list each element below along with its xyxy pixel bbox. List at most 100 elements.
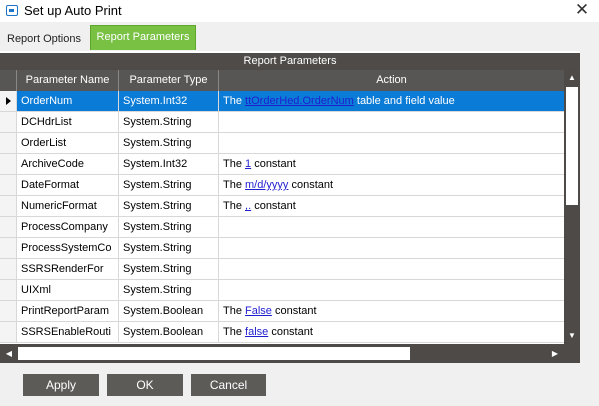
- tab-report-options[interactable]: Report Options: [0, 28, 88, 50]
- apply-button[interactable]: Apply: [23, 374, 99, 396]
- parameter-name-cell[interactable]: ProcessSystemCo: [17, 238, 119, 258]
- action-cell[interactable]: [219, 217, 564, 237]
- row-selector[interactable]: [0, 322, 17, 342]
- row-selector[interactable]: [0, 301, 17, 321]
- title-bar: Set up Auto Print ✕: [0, 0, 599, 22]
- action-value-link[interactable]: m/d/yyyy: [245, 179, 288, 191]
- parameter-name-cell[interactable]: OrderList: [17, 133, 119, 153]
- table-row[interactable]: SSRSRenderFor System.String: [0, 259, 564, 280]
- scroll-down-icon[interactable]: ▼: [564, 328, 580, 344]
- table-row[interactable]: PrintReportParam System.Boolean The False …: [0, 301, 564, 322]
- scroll-up-icon[interactable]: ▲: [564, 70, 580, 86]
- table-row[interactable]: ProcessSystemCo System.String: [0, 238, 564, 259]
- parameter-type-cell[interactable]: System.Int32: [119, 154, 219, 174]
- action-cell[interactable]: [219, 133, 564, 153]
- parameter-type-cell[interactable]: System.String: [119, 259, 219, 279]
- ok-button[interactable]: OK: [107, 374, 183, 396]
- action-cell[interactable]: The m/d/yyyy constant: [219, 175, 564, 195]
- close-icon[interactable]: ✕: [565, 0, 599, 22]
- current-row-arrow-icon: [6, 97, 11, 105]
- parameter-name-cell[interactable]: SSRSRenderFor: [17, 259, 119, 279]
- action-suffix-text: constant: [251, 200, 296, 212]
- parameter-name-cell[interactable]: UIXml: [17, 280, 119, 300]
- row-selector[interactable]: [0, 112, 17, 132]
- parameter-name-cell[interactable]: DateFormat: [17, 175, 119, 195]
- column-header-action[interactable]: Action: [219, 70, 564, 91]
- action-cell[interactable]: [219, 259, 564, 279]
- app-window-icon: [6, 5, 18, 16]
- action-value-link[interactable]: false: [245, 326, 268, 338]
- table-row[interactable]: DateFormat System.String The m/d/yyyy cons…: [0, 175, 564, 196]
- table-row[interactable]: ArchiveCode System.Int32 The 1 constant: [0, 154, 564, 175]
- tab-report-parameters[interactable]: Report Parameters: [90, 25, 196, 50]
- parameter-name-cell[interactable]: PrintReportParam: [17, 301, 119, 321]
- vertical-scroll-thumb[interactable]: [566, 87, 578, 205]
- parameter-name-cell[interactable]: ProcessCompany: [17, 217, 119, 237]
- action-suffix-text: constant: [271, 305, 317, 317]
- parameter-name-cell[interactable]: SSRSEnableRouti: [17, 322, 119, 342]
- row-selector[interactable]: [0, 133, 17, 153]
- row-selector[interactable]: [0, 154, 17, 174]
- row-selector[interactable]: [0, 238, 17, 258]
- grid-rows: OrderNum System.Int32 The ttOrderHed.Order…: [0, 91, 564, 344]
- action-cell[interactable]: [219, 280, 564, 300]
- action-cell[interactable]: The ttOrderHed.OrderNum table and field …: [219, 91, 564, 111]
- action-cell[interactable]: The 1 constant: [219, 154, 564, 174]
- row-selector[interactable]: [0, 280, 17, 300]
- table-row[interactable]: ProcessCompany System.String: [0, 217, 564, 238]
- action-cell[interactable]: The False constant: [219, 301, 564, 321]
- tab-strip: Report Options Report Parameters: [0, 24, 599, 75]
- action-prefix-text: The: [223, 179, 246, 191]
- action-suffix-text: table and field value: [353, 95, 455, 107]
- scroll-left-icon[interactable]: ◀: [0, 344, 18, 363]
- parameter-type-cell[interactable]: System.String: [119, 175, 219, 195]
- parameter-type-cell[interactable]: System.String: [119, 196, 219, 216]
- vertical-scrollbar[interactable]: ▲ ▼: [564, 70, 580, 344]
- action-suffix-text: constant: [288, 179, 334, 191]
- parameter-type-cell[interactable]: System.String: [119, 217, 219, 237]
- table-row[interactable]: UIXml System.String: [0, 280, 564, 301]
- row-selector-header: [0, 70, 17, 91]
- parameter-type-cell[interactable]: System.String: [119, 238, 219, 258]
- row-selector[interactable]: [0, 259, 17, 279]
- table-row[interactable]: NumericFormat System.String The ,. constan…: [0, 196, 564, 217]
- cancel-button[interactable]: Cancel: [191, 374, 266, 396]
- grid-header-row: Parameter Name Parameter Type Action: [0, 70, 564, 91]
- table-row[interactable]: DCHdrList System.String: [0, 112, 564, 133]
- report-parameters-panel: Report Parameters Parameter Name Paramet…: [0, 51, 580, 363]
- action-suffix-text: constant: [268, 326, 313, 338]
- scroll-right-icon[interactable]: ▶: [546, 344, 564, 363]
- parameter-name-cell[interactable]: OrderNum: [17, 91, 119, 111]
- parameter-name-cell[interactable]: DCHdrList: [17, 112, 119, 132]
- row-selector[interactable]: [0, 91, 17, 111]
- action-prefix-text: The: [223, 158, 246, 170]
- action-value-link[interactable]: ttOrderHed.OrderNum: [245, 95, 354, 107]
- table-row[interactable]: SSRSEnableRouti System.Boolean The false c…: [0, 322, 564, 343]
- parameter-name-cell[interactable]: NumericFormat: [17, 196, 119, 216]
- parameter-type-cell[interactable]: System.String: [119, 133, 219, 153]
- parameter-type-cell[interactable]: System.Int32: [119, 91, 219, 111]
- parameter-type-cell[interactable]: System.String: [119, 280, 219, 300]
- parameter-type-cell[interactable]: System.String: [119, 112, 219, 132]
- row-selector[interactable]: [0, 196, 17, 216]
- parameter-type-cell[interactable]: System.Boolean: [119, 301, 219, 321]
- table-row[interactable]: OrderNum System.Int32 The ttOrderHed.Order…: [0, 91, 564, 112]
- action-prefix-text: The: [223, 305, 246, 317]
- column-header-parameter-name[interactable]: Parameter Name: [17, 70, 119, 91]
- parameter-name-cell[interactable]: ArchiveCode: [17, 154, 119, 174]
- action-prefix-text: The: [223, 200, 246, 212]
- action-cell[interactable]: [219, 112, 564, 132]
- action-cell[interactable]: [219, 238, 564, 258]
- horizontal-scroll-thumb[interactable]: [18, 347, 410, 360]
- parameter-type-cell[interactable]: System.Boolean: [119, 322, 219, 342]
- panel-title: Report Parameters: [0, 53, 580, 70]
- action-suffix-text: constant: [251, 158, 296, 170]
- horizontal-scrollbar[interactable]: ◀ ▶: [0, 344, 580, 363]
- column-header-parameter-type[interactable]: Parameter Type: [119, 70, 219, 91]
- action-cell[interactable]: The ,. constant: [219, 196, 564, 216]
- action-cell[interactable]: The false constant: [219, 322, 564, 342]
- action-value-link[interactable]: False: [245, 305, 272, 317]
- row-selector[interactable]: [0, 175, 17, 195]
- table-row[interactable]: OrderList System.String: [0, 133, 564, 154]
- row-selector[interactable]: [0, 217, 17, 237]
